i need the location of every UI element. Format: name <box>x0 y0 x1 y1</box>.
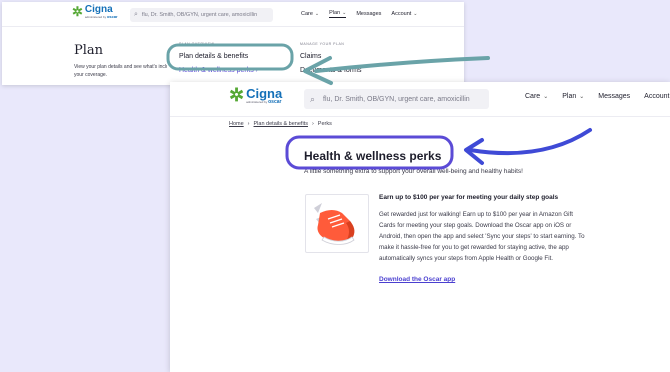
cigna-logo[interactable]: ✲ Cigna administered by oscar <box>229 85 282 106</box>
chevron-down-icon: ⌄ <box>579 94 585 100</box>
nav-messages[interactable]: Messages <box>598 93 630 100</box>
main-nav: Care⌄ Plan⌄ Messages Account⌄ <box>301 10 418 18</box>
chevron-down-icon: ⌄ <box>413 11 418 17</box>
menu-item-plan-details[interactable]: Plan details & benefits <box>179 50 258 64</box>
chevron-right-icon: › <box>247 121 250 127</box>
chevron-down-icon: ⌄ <box>342 10 347 16</box>
search-placeholder: flu, Dr. Smith, OB/GYN, urgent care, amo… <box>323 95 470 103</box>
sneaker-icon <box>314 203 355 245</box>
page-title: Health & wellness perks <box>304 149 442 163</box>
breadcrumb: Home › Plan details & benefits › Perks <box>229 121 332 127</box>
search-input[interactable]: ⌕ flu, Dr. Smith, OB/GYN, urgent care, a… <box>130 8 273 22</box>
logo-tagline: administered by <box>84 15 107 19</box>
chevron-right-icon: › <box>255 67 258 74</box>
top-header: ✲ Cigna administered by oscar ⌕ flu, Dr.… <box>2 2 464 27</box>
nav-plan-label: Plan <box>329 10 341 16</box>
menu-item-label: Health & wellness perks <box>179 67 254 74</box>
perk-image <box>305 194 369 253</box>
chevron-down-icon: ⌄ <box>314 11 320 17</box>
nav-plan[interactable]: Plan ⌄ <box>562 93 584 100</box>
chevron-down-icon: ⌄ <box>543 94 549 100</box>
breadcrumb-plan-details[interactable]: Plan details & benefits <box>254 121 308 127</box>
cigna-logo[interactable]: ✲ Cigna administered by oscar <box>72 4 118 20</box>
nav-plan-label: Plan <box>562 93 577 100</box>
perk-description: Get rewarded just for walking! Earn up t… <box>379 211 585 262</box>
nav-messages-label: Messages <box>598 93 631 100</box>
perk-title: Earn up to $100 per year for meeting you… <box>379 194 559 201</box>
plan-menu-screenshot: ✲ Cigna administered by oscar ⌕ flu, Dr.… <box>2 2 464 85</box>
perks-page-screenshot: ✲ Cigna administered by oscar ⌕ flu, Dr.… <box>170 82 670 372</box>
nav-care[interactable]: Care ⌄ <box>525 93 548 100</box>
nav-account-label: Account <box>391 11 412 17</box>
download-oscar-app-link[interactable]: Download the Oscar app <box>379 276 455 283</box>
tree-logo-icon: ✲ <box>229 85 245 105</box>
plan-overview-column: PLAN OVERVIEW Plan details & benefits He… <box>179 42 258 78</box>
page-subtitle: A little something extra to support your… <box>304 168 523 175</box>
main-nav: Care⌄ Plan⌄ Messages Account⌄ <box>525 93 670 100</box>
nav-account-label: Account <box>644 93 670 100</box>
menu-section-header: PLAN OVERVIEW <box>179 42 215 46</box>
nav-messages-label: Messages <box>356 11 382 17</box>
nav-plan[interactable]: Plan ⌄ <box>329 10 347 18</box>
nav-account[interactable]: Account⌄ <box>391 11 417 17</box>
search-input[interactable]: ⌕ flu, Dr. Smith, OB/GYN, urgent care, a… <box>304 89 489 109</box>
search-placeholder: flu, Dr. Smith, OB/GYN, urgent care, amo… <box>141 12 258 18</box>
nav-care-label: Care <box>301 11 313 17</box>
logo-partner: oscar <box>268 98 282 105</box>
tree-logo-icon: ✲ <box>72 4 83 19</box>
nav-messages[interactable]: Messages <box>356 11 381 17</box>
menu-item-health-wellness-perks[interactable]: Health & wellness perks › <box>179 64 258 78</box>
nav-care[interactable]: Care ⌄ <box>301 11 319 17</box>
logo-tagline: administered by <box>246 99 268 104</box>
top-header: ✲ Cigna administered by oscar ⌕ flu, Dr.… <box>170 82 670 117</box>
search-icon: ⌕ <box>310 93 316 104</box>
chevron-right-icon: › <box>311 121 314 127</box>
menu-item-claims[interactable]: Claims <box>300 50 361 64</box>
logo-partner: oscar <box>106 14 118 19</box>
nav-care-label: Care <box>525 93 541 100</box>
breadcrumb-current: Perks <box>317 121 332 127</box>
search-icon: ⌕ <box>134 11 138 18</box>
menu-item-documents-forms[interactable]: Documents & forms <box>300 64 361 78</box>
manage-plan-column: MANAGE YOUR PLAN Claims Documents & form… <box>300 42 361 78</box>
breadcrumb-home[interactable]: Home <box>229 121 244 127</box>
menu-section-header: MANAGE YOUR PLAN <box>300 42 345 46</box>
plan-dropdown-menu: PLAN OVERVIEW Plan details & benefits He… <box>167 26 464 85</box>
page-title: Plan <box>74 43 104 58</box>
nav-account[interactable]: Account⌄ <box>644 93 670 100</box>
